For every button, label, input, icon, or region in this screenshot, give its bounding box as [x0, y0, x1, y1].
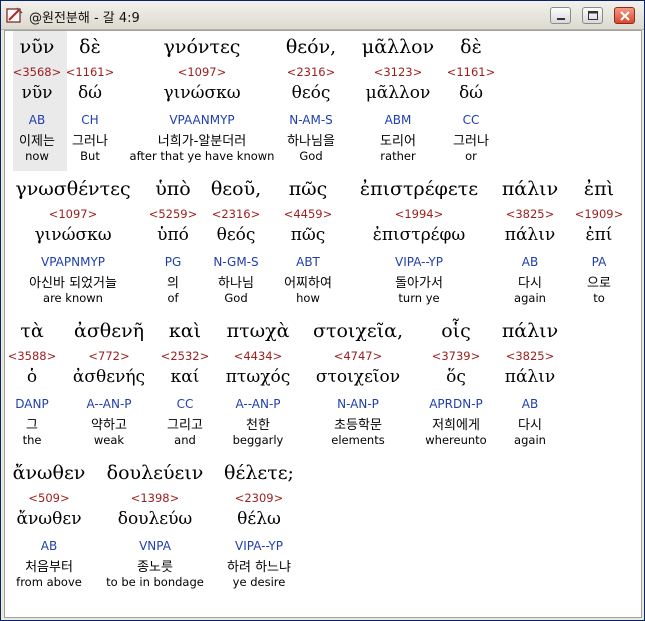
word-greek: δὲ	[460, 36, 482, 58]
word-greek: ἐπὶ	[583, 178, 615, 200]
window-title: @원전분해 - 갈 4:9	[29, 11, 140, 26]
interlinear-window: @원전분해 - 갈 4:9 νῦν <3568> νῦν AB 이제는 now δὲ <116…	[0, 0, 645, 621]
word-kor: 하려 하느냐	[227, 560, 291, 575]
close-icon	[620, 11, 630, 21]
word-lemma: ἐπί	[585, 225, 613, 245]
word-parse: PA	[591, 255, 607, 269]
word-lemma: πάλιν	[504, 367, 556, 387]
word-parse: AB	[521, 397, 539, 411]
maximize-icon	[588, 11, 598, 20]
word-strong: <1161>	[446, 65, 496, 79]
maximize-button[interactable]	[582, 7, 603, 24]
word-lemma: θέλω	[237, 509, 281, 529]
word-lemma: δώ	[458, 83, 484, 103]
word-parse: VIPA--YP	[235, 539, 283, 553]
title-bar[interactable]: @원전분해 - 갈 4:9	[1, 1, 644, 30]
word-greek: πάλιν	[501, 320, 559, 342]
word-parse: CC	[462, 113, 480, 127]
word-kor: 그러나	[453, 134, 489, 149]
word-greek: θέλετε;	[224, 462, 294, 484]
word-eng: again	[514, 433, 546, 447]
word-strong: <2309>	[234, 491, 284, 505]
word-kor: 다시	[518, 418, 542, 433]
word-strong: <1909>	[574, 207, 624, 221]
close-button[interactable]	[614, 7, 635, 24]
word-strong: <3825>	[505, 349, 555, 363]
word-eng: ye desire	[232, 575, 286, 589]
bible-app-icon[interactable]	[6, 6, 24, 24]
minimize-button[interactable]	[550, 7, 571, 24]
minimize-icon	[557, 18, 565, 20]
interlinear-content[interactable]: νῦν <3568> νῦν AB 이제는 now δὲ <1161> δώ CH 그러나 But γν…	[4, 30, 642, 618]
word-eng: or	[465, 149, 477, 163]
word-kor: 으로	[587, 276, 611, 291]
word-eng: to	[593, 291, 605, 305]
